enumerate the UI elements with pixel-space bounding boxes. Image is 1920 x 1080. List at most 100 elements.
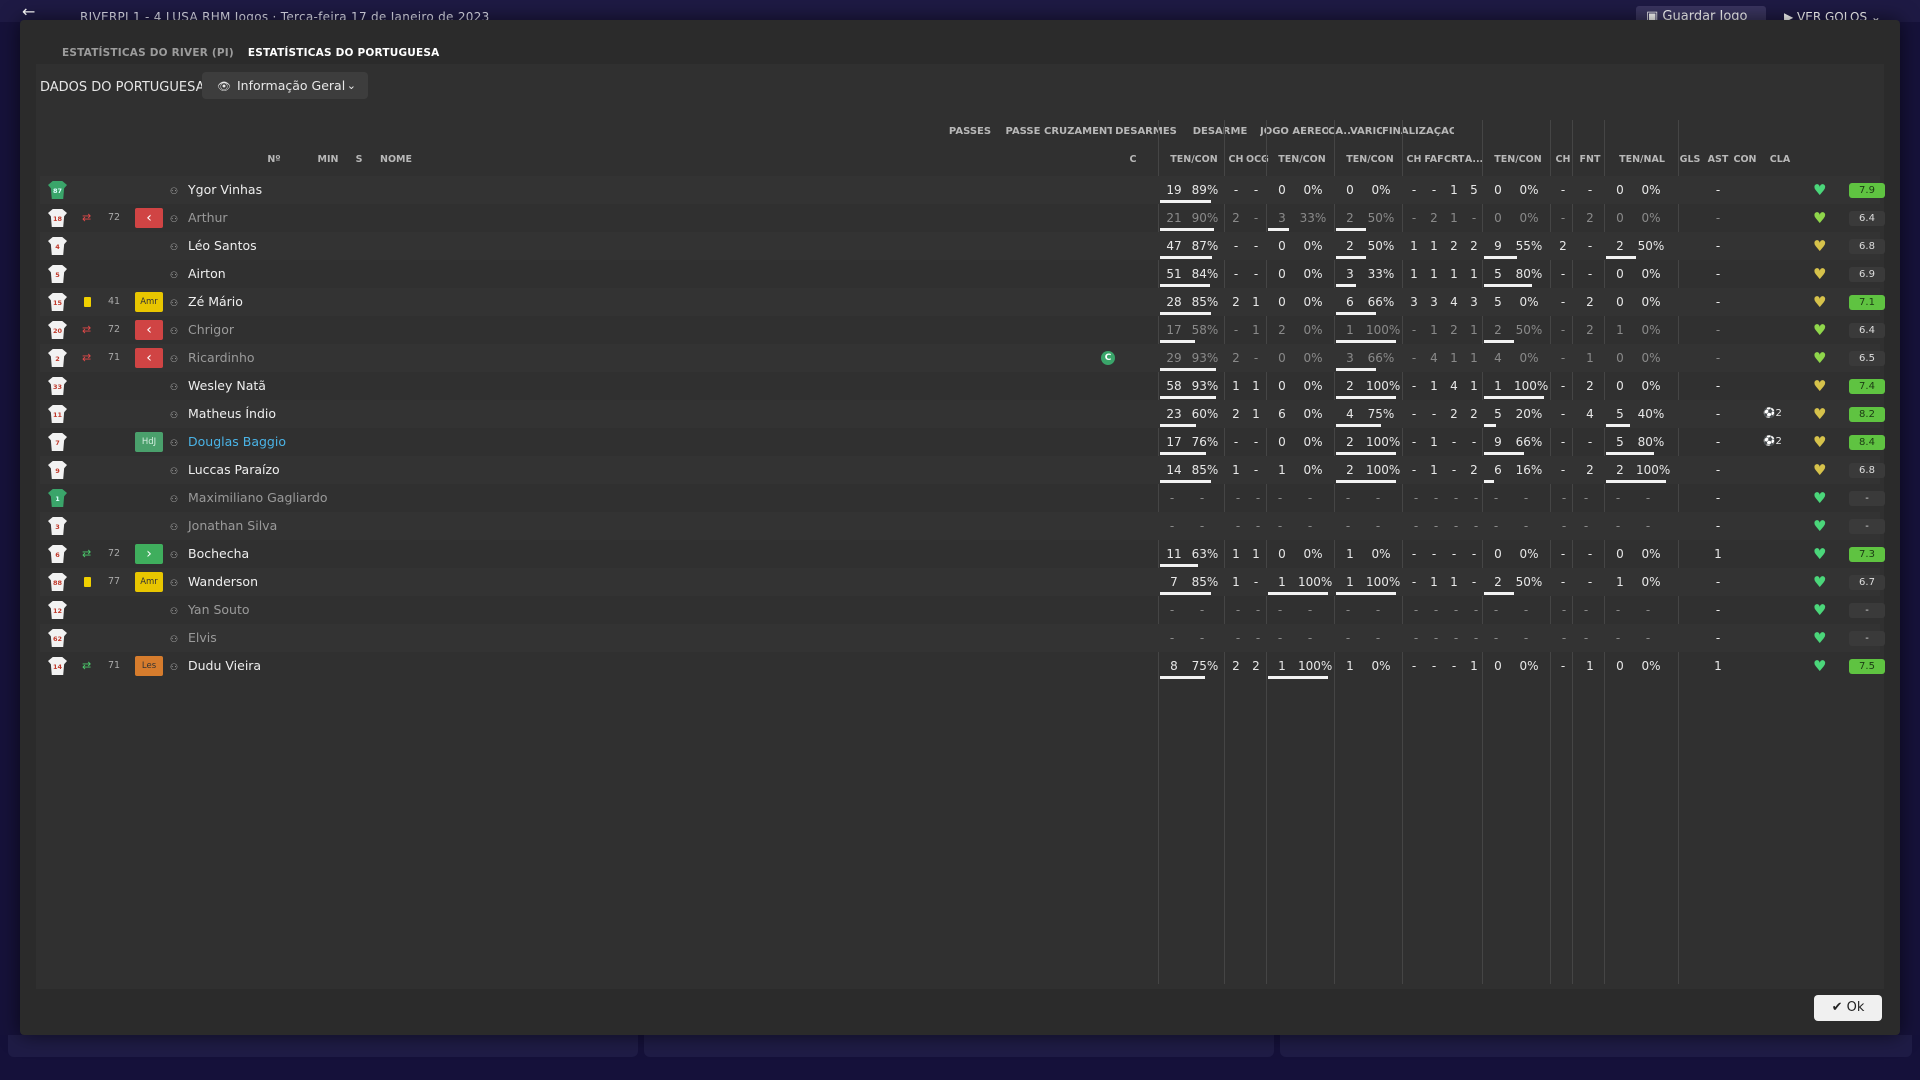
- col-header-cla[interactable]: CLA: [1760, 154, 1800, 165]
- table-row[interactable]: 4 ⚇ Léo Santos 47 87% - -0 0% 2 50% 1 1 2 2 9 55% 2-2 50%…: [40, 232, 1885, 262]
- player-name[interactable]: ⚇ Chrigor: [170, 316, 234, 346]
- condition-heart-icon: ♥: [1813, 181, 1827, 199]
- ok-button[interactable]: ✔ Ok: [1814, 995, 1882, 1021]
- status-badge: ‹: [135, 320, 163, 340]
- col-header-passe-ch[interactable]: CH: [1226, 154, 1246, 165]
- col-header-num[interactable]: Nº: [264, 154, 284, 165]
- player-name[interactable]: ⚇ Zé Mário: [170, 288, 243, 318]
- col-header-desm-crt[interactable]: CRT: [1444, 154, 1464, 165]
- col-header-des-tc[interactable]: TEN/CON: [1336, 154, 1404, 165]
- table-row[interactable]: 9 ⚇ Luccas Paraízo 14 85% 1-1 0% 2 100% -1-2 6 16% -…: [40, 456, 1885, 486]
- table-row[interactable]: 33 ⚇ Wesley Natã 58 93% 1 1 0 0% 2 100% -1 4 1 1 100% -2…: [40, 372, 1885, 402]
- col-header-con[interactable]: CON: [1732, 154, 1758, 165]
- col-header-desm-faf[interactable]: FAF: [1424, 154, 1444, 165]
- player-name[interactable]: ⚇ Léo Santos: [170, 232, 257, 262]
- stat-cell: 1: [1586, 659, 1594, 673]
- col-header-ja-tc[interactable]: TEN/CON: [1484, 154, 1552, 165]
- stat-cell: 1: [1450, 575, 1458, 589]
- table-row[interactable]: 15 41 Amr ⚇ Zé Mário 28 85% 2 1 0 0% 6 66% 3 3 4 3 5 0% -2 0…: [40, 288, 1885, 318]
- stat-cell: -: [1560, 351, 1566, 365]
- progress-bar: [1484, 340, 1514, 343]
- stat-cell: 0%: [1641, 295, 1661, 309]
- stat-cell: -: [1715, 379, 1721, 393]
- col-header-nome[interactable]: NOME: [376, 154, 416, 165]
- table-row[interactable]: 62 ⚇ Elvis - - - - - - - - - - - - - - - - - - - ♥ -: [40, 624, 1885, 654]
- col-header-passes-tc[interactable]: TEN/CON: [1160, 154, 1228, 165]
- player-name[interactable]: ⚇ Jonathan Silva: [170, 512, 277, 542]
- condition-heart-icon: ♥: [1813, 433, 1827, 451]
- player-name[interactable]: ⚇ Ygor Vinhas: [170, 176, 262, 206]
- col-header-desm-a[interactable]: A...: [1464, 154, 1484, 165]
- col-header-min[interactable]: MIN: [314, 154, 342, 165]
- table-row[interactable]: 18 ⇄ 72 ‹ ⚇ Arthur 21 90% 2-3 33% 2 50% -2 1-0 0% -2 0 0%…: [40, 204, 1885, 234]
- shirt-number-icon: 6: [48, 545, 67, 563]
- stat-cell: -: [1560, 463, 1566, 477]
- stat-cell: -: [1615, 491, 1621, 505]
- table-row[interactable]: 7 HdJ ⚇ Douglas Baggio 17 76% - -0 0% 2 100% -1- -9 6…: [40, 428, 1885, 458]
- player-name[interactable]: ⚇ Dudu Vieira: [170, 652, 261, 682]
- stat-cell: 0%: [1519, 351, 1539, 365]
- table-row[interactable]: 6 ⇄ 72 › ⚇ Bochecha 11 63% 1 1 0 0% 1 0% - - - -0 0% - -0 0% 1…: [40, 540, 1885, 570]
- col-header-fin-tn[interactable]: TEN/NAL: [1606, 154, 1678, 165]
- stat-cell: -: [1615, 631, 1621, 645]
- col-header-gls[interactable]: GLS: [1678, 154, 1702, 165]
- player-name[interactable]: ⚇ Matheus Índio: [170, 400, 276, 430]
- stat-cell: 4: [1450, 295, 1458, 309]
- col-header-desm-ch[interactable]: CH: [1404, 154, 1424, 165]
- stat-cell: -: [1560, 547, 1566, 561]
- stat-cell: 3: [1470, 295, 1478, 309]
- col-header-c[interactable]: C: [1126, 154, 1140, 165]
- stat-cell: 1: [1586, 351, 1594, 365]
- player-name[interactable]: ⚇ Arthur: [170, 204, 228, 234]
- person-icon: ⚇: [170, 607, 179, 617]
- player-name[interactable]: ⚇ Maximiliano Gagliardo: [170, 484, 328, 514]
- stat-cell: 2: [1470, 463, 1478, 477]
- tab-river-stats[interactable]: ESTATÍSTICAS DO RIVER (PI): [34, 43, 248, 63]
- player-name[interactable]: ⚇ Airton: [170, 260, 226, 290]
- player-name[interactable]: ⚇ Yan Souto: [170, 596, 250, 626]
- table-row[interactable]: 11 ⚇ Matheus Índio 23 60% 2 1 6 0% 4 75% - -2 2 5 20% -4…: [40, 400, 1885, 430]
- stat-cell: -: [1345, 631, 1351, 645]
- table-row[interactable]: 3 ⚇ Jonathan Silva - - - - - - - - - - - - - - - - - - - ♥ -: [40, 512, 1885, 542]
- stat-cell: 50%: [1367, 211, 1395, 225]
- stat-cell: 6: [1278, 407, 1286, 421]
- stat-cell: -: [1715, 575, 1721, 589]
- col-header-varios-fnt[interactable]: FNT: [1574, 154, 1606, 165]
- player-name[interactable]: ⚇ Ricardinho: [170, 344, 255, 374]
- progress-bar: [1160, 424, 1196, 427]
- table-row[interactable]: 87 ⚇ Ygor Vinhas 19 89% - -0 0% 0 0% - -1 5 0 0% - -0 0% -…: [40, 176, 1885, 206]
- stat-cell: 0: [1278, 547, 1286, 561]
- stat-cell: 0%: [1641, 351, 1661, 365]
- col-header-ca-ch[interactable]: CH: [1552, 154, 1574, 165]
- stat-cell: 0: [1278, 183, 1286, 197]
- table-row[interactable]: 14 ⇄ 71 Les ⚇ Dudu Vieira 8 75% 2 2 1 100% 1 0% - - -1 0 0…: [40, 652, 1885, 682]
- table-row[interactable]: 1 ⚇ Maximiliano Gagliardo - - - - - - - - - - - - - - - - -…: [40, 484, 1885, 514]
- col-header-cruz-tc[interactable]: TEN/CON: [1268, 154, 1336, 165]
- player-name[interactable]: ⚇ Douglas Baggio: [170, 428, 286, 458]
- stat-cell: -: [1715, 463, 1721, 477]
- player-name[interactable]: ⚇ Luccas Paraízo: [170, 456, 280, 486]
- table-row[interactable]: 5 ⚇ Airton 51 84% - -0 0% 3 33% 1 1 1 1 5 80% - -0 0% - ♥ 6.9: [40, 260, 1885, 290]
- col-header-s[interactable]: S: [352, 154, 366, 165]
- col-header-ast[interactable]: AST: [1706, 154, 1730, 165]
- shirt-number-icon: 18: [48, 209, 67, 227]
- player-name[interactable]: ⚇ Wanderson: [170, 568, 258, 598]
- table-row[interactable]: 88 77 Amr ⚇ Wanderson 7 85% 1-1 100% 1 100% -1 1-2 50…: [40, 568, 1885, 598]
- player-name[interactable]: ⚇ Wesley Natã: [170, 372, 266, 402]
- col-header-passe-ocg[interactable]: OCG: [1246, 154, 1269, 165]
- condition-heart-icon: ♥: [1813, 517, 1827, 535]
- group-header-passe: PASSE: [1005, 126, 1041, 137]
- view-select-dropdown[interactable]: 👁 Informação Geral ⌄: [202, 72, 368, 99]
- table-row[interactable]: 12 ⚇ Yan Souto - - - - - - - - - - - - - - - - - - - ♥ -: [40, 596, 1885, 626]
- stat-cell: -: [1411, 463, 1417, 477]
- stat-cell: -: [1253, 435, 1259, 449]
- stat-cell: 4: [1586, 407, 1594, 421]
- stat-cell: -: [1560, 183, 1566, 197]
- back-arrow-icon[interactable]: ←: [22, 2, 35, 21]
- player-name[interactable]: ⚇ Elvis: [170, 624, 217, 654]
- tab-portuguesa-stats[interactable]: ESTATÍSTICAS DO PORTUGUESA: [248, 43, 454, 63]
- stat-cell: -: [1375, 491, 1381, 505]
- player-name[interactable]: ⚇ Bochecha: [170, 540, 249, 570]
- table-row[interactable]: 20 ⇄ 72 ‹ ⚇ Chrigor 17 58% -1 2 0% 1 100% -1 2 1 2 50% -2 1…: [40, 316, 1885, 346]
- table-row[interactable]: 2 ⇄ 71 ‹ ⚇ Ricardinho C 29 93% 2-0 0% 3 66% -4 1 1 4 0% -1…: [40, 344, 1885, 374]
